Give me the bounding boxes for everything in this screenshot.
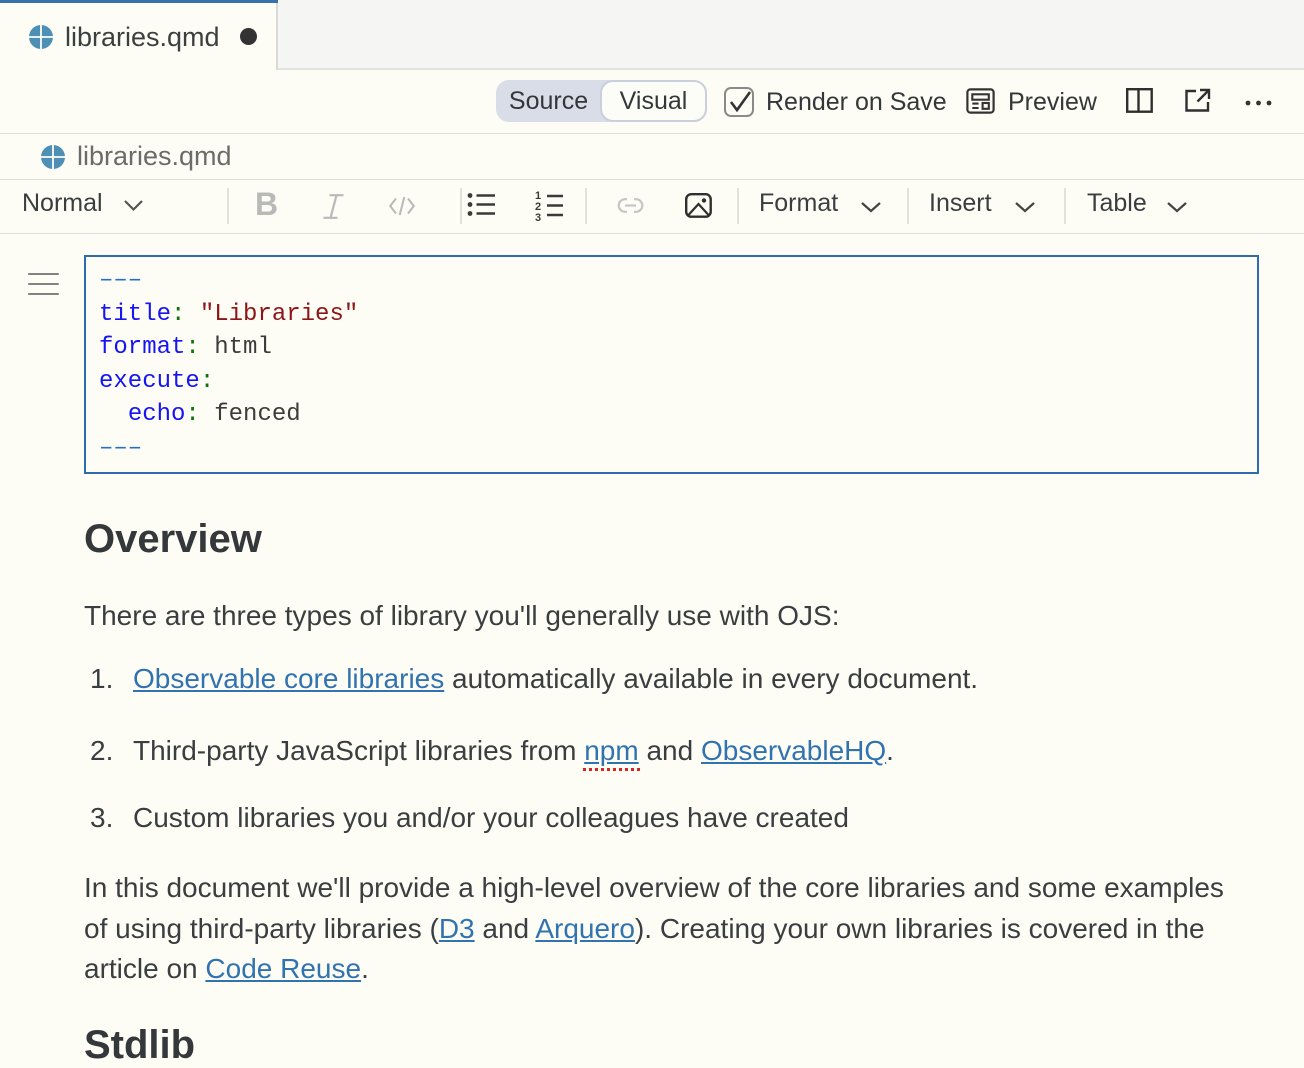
svg-text:3: 3 xyxy=(535,212,541,221)
